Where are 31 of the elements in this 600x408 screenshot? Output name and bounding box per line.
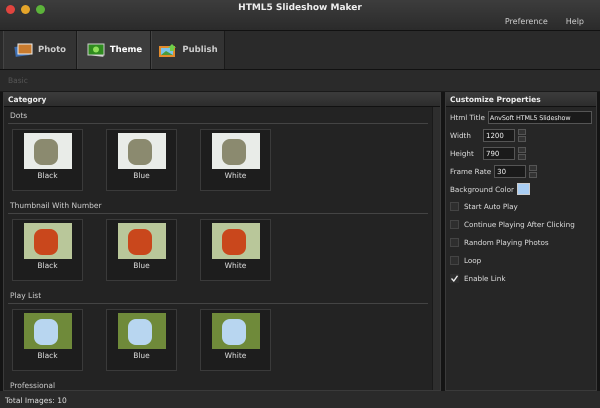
spinner-control[interactable]	[518, 129, 526, 142]
checkbox[interactable]	[450, 274, 459, 283]
menu-item[interactable]: Help	[566, 17, 584, 26]
photo-placeholder	[118, 313, 166, 349]
checkbox[interactable]	[450, 256, 459, 265]
window-title: HTML5 Slideshow Maker	[238, 3, 362, 13]
photo-placeholder	[118, 223, 166, 259]
photo-placeholder	[212, 313, 260, 349]
checkbox[interactable]	[450, 238, 459, 247]
spinner-control[interactable]	[529, 165, 538, 178]
photo-stack-icon	[14, 43, 34, 57]
scrollbar[interactable]	[432, 107, 440, 390]
toolbar-tab[interactable]: Publish	[151, 31, 225, 69]
photo-placeholder	[118, 133, 166, 169]
minimize-button[interactable]	[21, 5, 30, 14]
picture-upload-icon	[158, 42, 178, 58]
photo-placeholder	[24, 313, 72, 349]
photo-placeholder	[24, 133, 72, 169]
menu-item[interactable]: Preference	[504, 17, 548, 26]
checkbox[interactable]	[450, 202, 459, 211]
toolbar-tab[interactable]: Theme	[77, 31, 151, 69]
photo-placeholder	[24, 223, 72, 259]
photo-frame-icon	[86, 42, 106, 58]
spinner-control[interactable]	[518, 147, 526, 160]
photo-placeholder	[212, 223, 260, 259]
zoom-button[interactable]	[36, 5, 45, 14]
color-swatch[interactable]	[516, 183, 530, 195]
toolbar-tab[interactable]: Photo	[3, 31, 77, 69]
close-button[interactable]	[6, 5, 15, 14]
photo-placeholder	[212, 133, 260, 169]
checkbox[interactable]	[450, 220, 459, 229]
